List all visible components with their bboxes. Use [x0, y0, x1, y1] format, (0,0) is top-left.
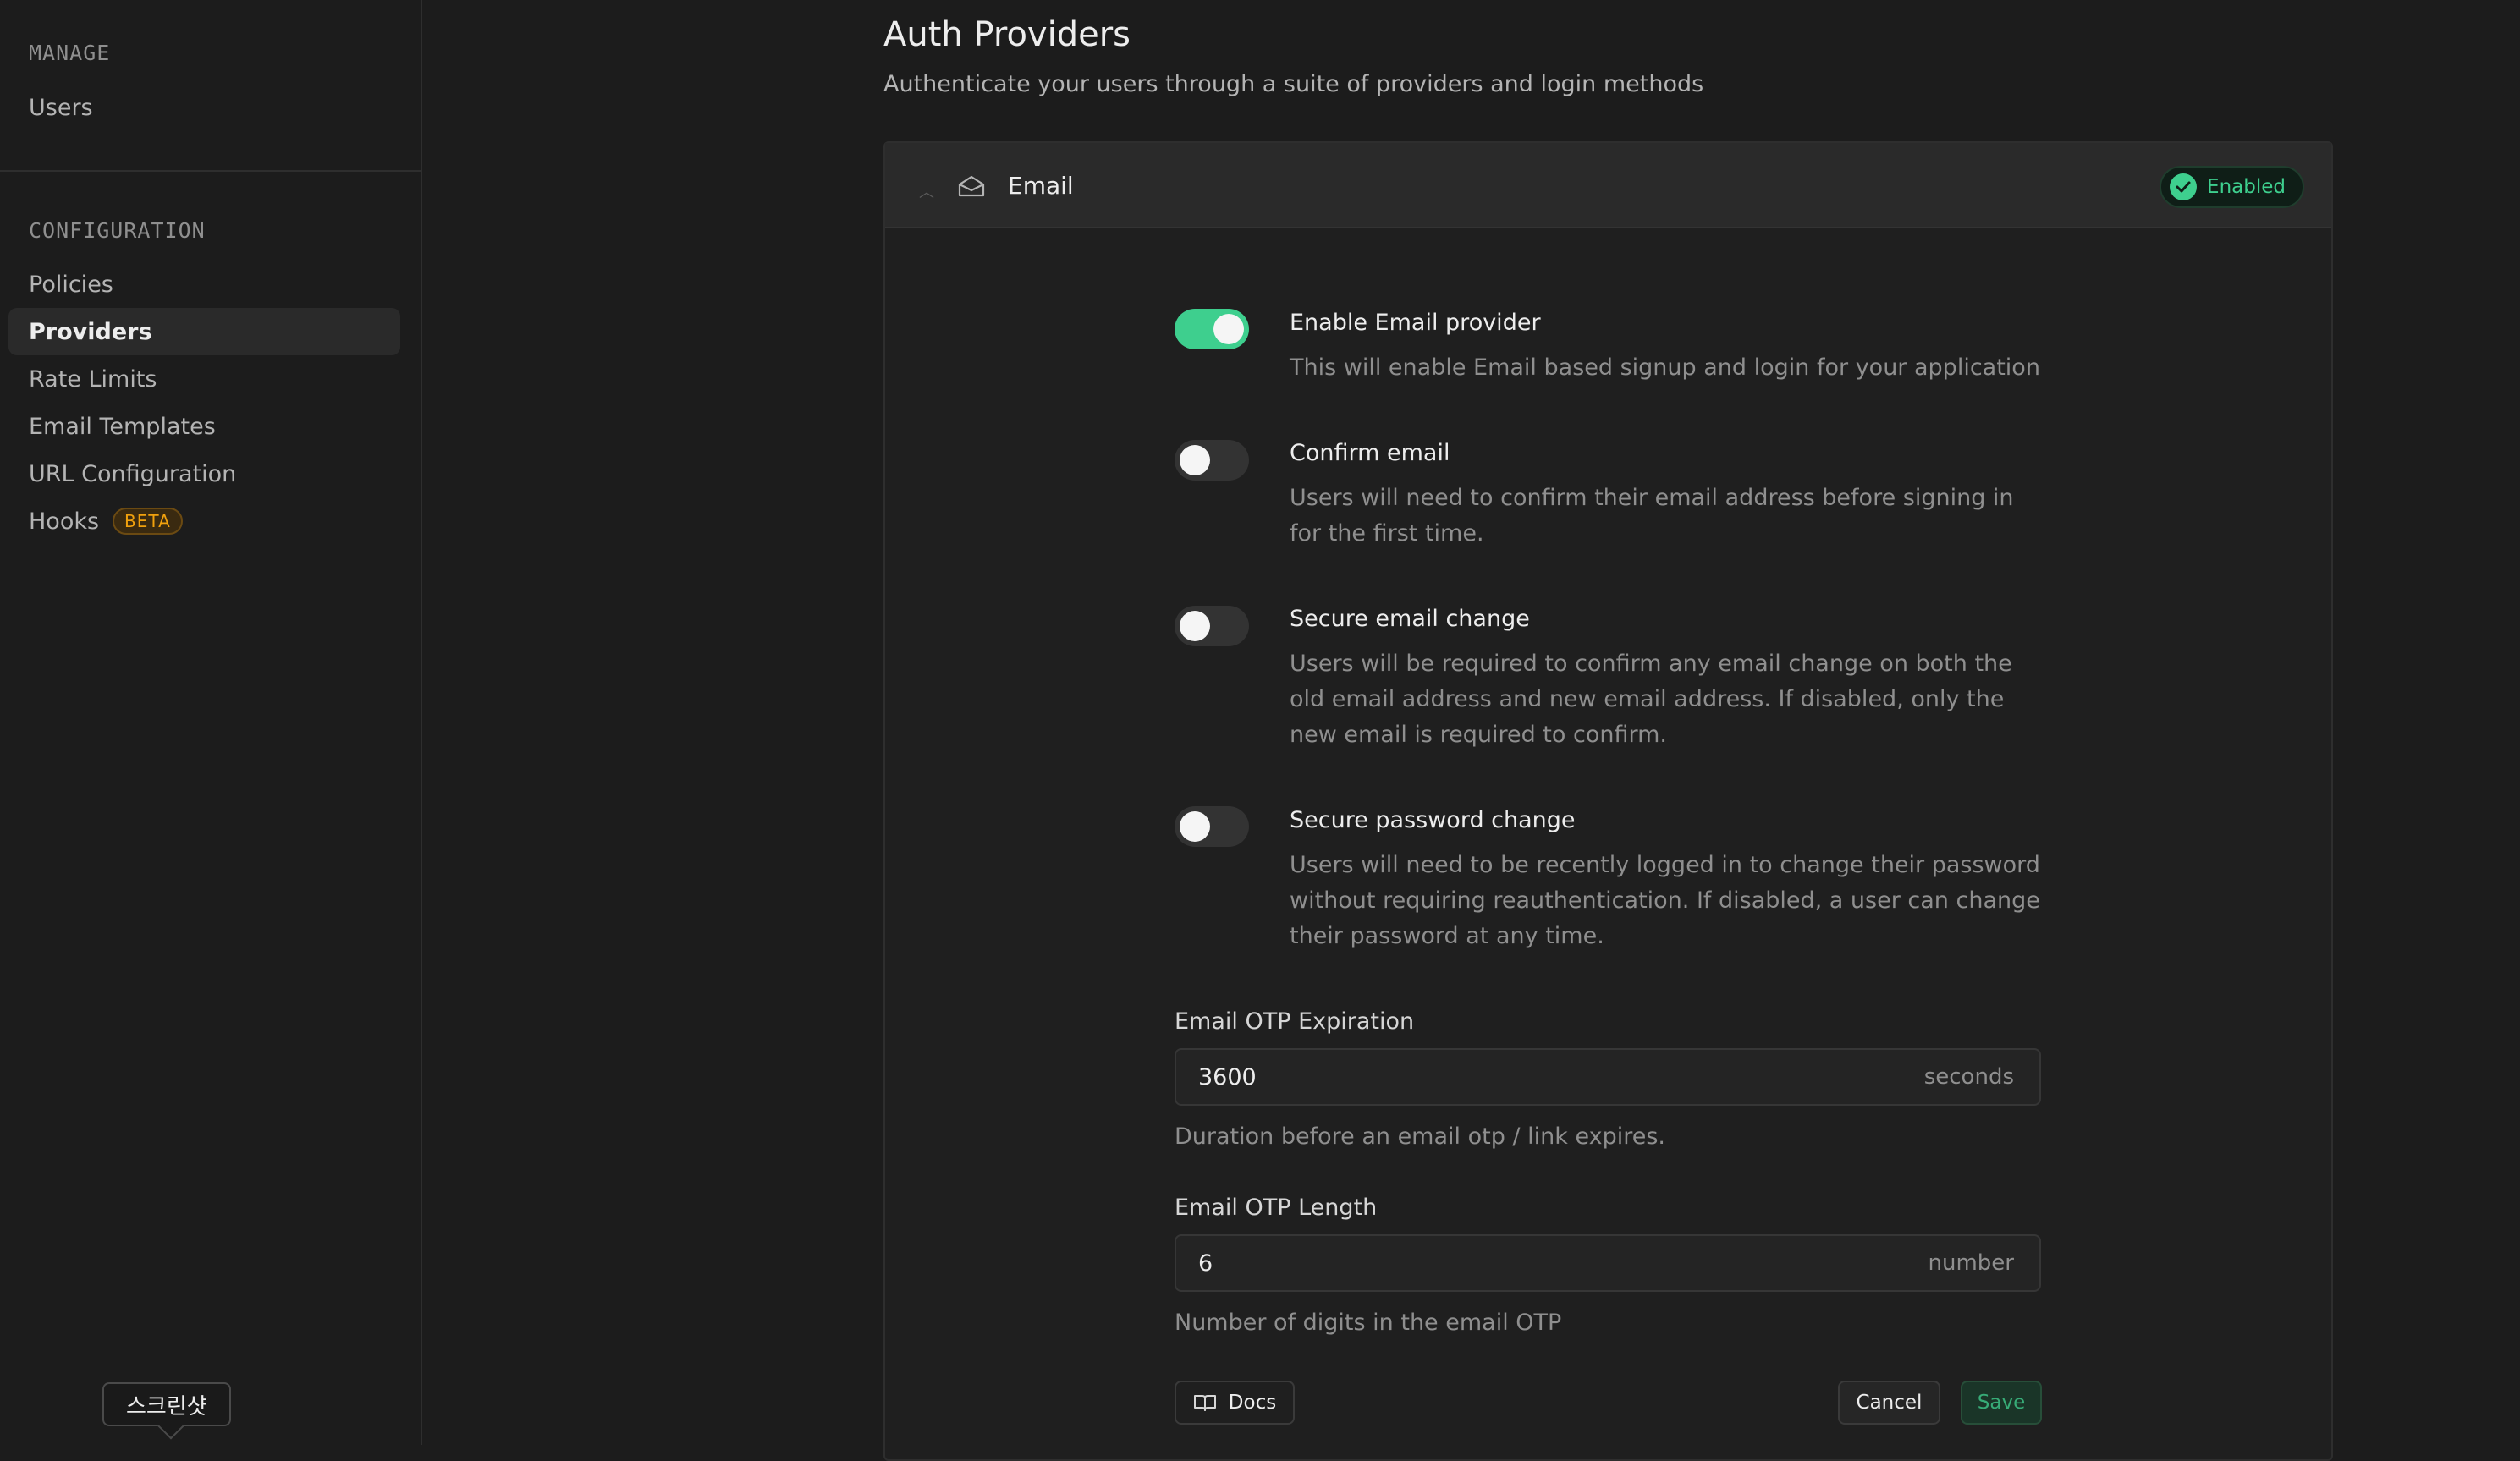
sidebar-item-providers[interactable]: Providers: [8, 308, 400, 355]
option-desc-secure-password-change: Users will need to be recently logged in…: [1290, 852, 2040, 949]
docs-button-label: Docs: [1228, 1392, 1277, 1414]
book-icon: [1193, 1395, 1216, 1411]
option-desc-confirm-email: Users will need to confirm their email a…: [1290, 485, 2014, 547]
cancel-button-label: Cancel: [1856, 1392, 1923, 1414]
option-desc-enable-email-provider: This will enable Email based signup and …: [1290, 354, 2040, 381]
sidebar-divider: [0, 170, 422, 172]
beta-badge: BETA: [113, 508, 183, 535]
check-circle-icon: [2170, 173, 2198, 200]
page-title: Auth Providers: [883, 15, 1131, 54]
field-help-otp-expiration: Duration before an email otp / link expi…: [1175, 1123, 1665, 1150]
sidebar-item-label: URL Configuration: [29, 460, 237, 487]
field-label-otp-expiration: Email OTP Expiration: [1175, 1008, 1415, 1035]
status-badge: Enabled: [2160, 166, 2304, 208]
sidebar-item-label: Providers: [29, 318, 152, 345]
option-title-secure-password-change: Secure password change: [1290, 807, 1576, 833]
sidebar-item-url-configuration[interactable]: URL Configuration: [8, 450, 400, 497]
sidebar-item-policies[interactable]: Policies: [8, 261, 400, 308]
field-label-otp-length: Email OTP Length: [1175, 1195, 1378, 1221]
screenshot-tooltip: 스크린샷: [102, 1382, 231, 1426]
chevron-up-icon[interactable]: ︿: [919, 180, 934, 202]
sidebar-item-hooks[interactable]: Hooks BETA: [8, 497, 400, 545]
toggle-confirm-email[interactable]: [1175, 440, 1249, 481]
option-title-confirm-email: Confirm email: [1290, 440, 1450, 466]
cancel-button[interactable]: Cancel: [1838, 1381, 1940, 1425]
otp-length-value: 6: [1198, 1250, 1213, 1277]
provider-name: Email: [1008, 172, 1074, 200]
otp-length-suffix: number: [1928, 1250, 2014, 1276]
otp-expiration-value: 3600: [1198, 1063, 1257, 1090]
option-title-secure-email-change: Secure email change: [1290, 606, 1530, 632]
sidebar-item-label: Email Templates: [29, 413, 216, 440]
option-title-enable-email-provider: Enable Email provider: [1290, 310, 1541, 336]
status-badge-label: Enabled: [2207, 176, 2286, 198]
sidebar-item-label: Rate Limits: [29, 365, 157, 393]
toggle-secure-password-change[interactable]: [1175, 806, 1249, 847]
otp-length-input[interactable]: 6 number: [1175, 1234, 2041, 1292]
sidebar-item-label: Users: [29, 94, 93, 121]
provider-card-header[interactable]: ︿ Email Enabled: [885, 143, 2331, 228]
option-desc-secure-email-change: Users will be required to confirm any em…: [1290, 651, 2012, 748]
mail-open-icon: [958, 175, 985, 197]
save-button[interactable]: Save: [1961, 1381, 2042, 1425]
page-subtitle: Authenticate your users through a suite …: [883, 71, 1704, 97]
field-help-otp-length: Number of digits in the email OTP: [1175, 1310, 1562, 1336]
sidebar-item-rate-limits[interactable]: Rate Limits: [8, 355, 400, 403]
section-title-manage: MANAGE: [29, 41, 111, 65]
toggle-secure-email-change[interactable]: [1175, 606, 1249, 646]
toggle-enable-email-provider[interactable]: [1175, 309, 1249, 349]
sidebar: MANAGE Users CONFIGURATION Policies Prov…: [0, 0, 422, 1445]
save-button-label: Save: [1977, 1392, 2026, 1414]
docs-button[interactable]: Docs: [1175, 1381, 1295, 1425]
sidebar-item-label: Hooks: [29, 508, 100, 535]
otp-expiration-input[interactable]: 3600 seconds: [1175, 1048, 2041, 1106]
section-title-configuration: CONFIGURATION: [29, 218, 206, 243]
sidebar-item-users[interactable]: Users: [8, 84, 400, 131]
otp-expiration-suffix: seconds: [1923, 1064, 2014, 1090]
sidebar-item-label: Policies: [29, 271, 113, 298]
sidebar-item-email-templates[interactable]: Email Templates: [8, 403, 400, 450]
